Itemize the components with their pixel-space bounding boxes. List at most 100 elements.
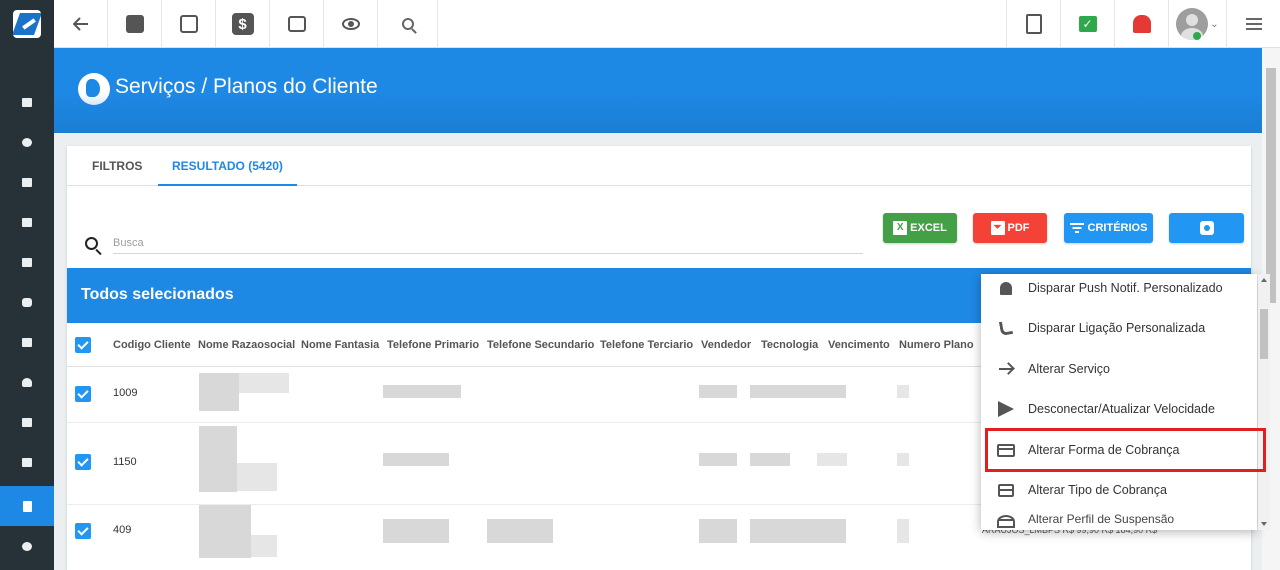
calendar-icon [22, 257, 32, 267]
menu-item-push-notification[interactable]: Disparar Push Notif. Personalizado [981, 274, 1257, 308]
menu-scrollbar[interactable] [1258, 274, 1270, 530]
column-header[interactable]: Telefone Secundario [487, 323, 594, 367]
user-menu-button[interactable]: ⌄ [1168, 0, 1226, 48]
sidebar-item-documents[interactable] [0, 402, 54, 442]
pdf-icon [1025, 14, 1042, 34]
menu-item-label: Alterar Tipo de Cobrança [1028, 483, 1167, 497]
sidebar-item-id[interactable] [0, 322, 54, 362]
phone-icon [997, 319, 1015, 337]
redacted-cell [699, 385, 737, 398]
menu-item-disconnect-speed[interactable]: Desconectar/Atualizar Velocidade [981, 389, 1257, 429]
column-header[interactable]: Telefone Terciario [600, 323, 693, 367]
alarm-button[interactable] [1114, 0, 1168, 48]
redacted-cell [699, 519, 737, 543]
back-arrow-icon [72, 17, 88, 31]
schedule-button[interactable] [162, 0, 216, 48]
sidebar-item-servers[interactable] [0, 442, 54, 482]
menu-item-phone-call[interactable]: Disparar Ligação Personalizada [981, 308, 1257, 348]
document-icon [22, 417, 32, 427]
sidebar-item-calendar[interactable] [0, 242, 54, 282]
row-checkbox[interactable] [75, 523, 91, 539]
redacted-cell [199, 505, 251, 558]
online-status-dot [1193, 32, 1201, 40]
row-checkbox[interactable] [75, 386, 91, 402]
app-logo[interactable] [0, 0, 54, 48]
tab-resultado[interactable]: RESULTADO (5420) [158, 146, 297, 186]
menu-scrollbar-thumb[interactable] [1260, 309, 1268, 359]
arrow-right-icon [997, 360, 1015, 378]
dashboard-icon [22, 97, 32, 107]
location-icon [22, 377, 32, 387]
redacted-cell [750, 519, 846, 543]
column-header[interactable]: Nome Fantasia [301, 323, 379, 367]
cube-icon [22, 297, 32, 307]
redacted-cell [487, 519, 553, 543]
board-icon [22, 217, 32, 227]
id-card-icon [22, 337, 32, 347]
pdf-button[interactable] [1006, 0, 1060, 48]
excel-icon: X [893, 221, 908, 235]
finance-button[interactable]: $ [216, 0, 270, 48]
search-icon [401, 18, 414, 30]
scroll-up-icon[interactable] [1261, 278, 1267, 282]
settings-button[interactable] [1169, 213, 1244, 243]
column-header[interactable]: Codigo Cliente [113, 323, 191, 367]
redacted-cell [897, 519, 909, 543]
sidebar-item-location[interactable] [0, 362, 54, 402]
select-all-checkbox[interactable] [75, 337, 91, 353]
terminal-button[interactable] [270, 0, 324, 48]
contacts-button[interactable] [108, 0, 162, 48]
column-header[interactable]: Vencimento [828, 323, 890, 367]
redacted-cell [383, 385, 461, 398]
criteria-button[interactable]: CRITÉRIOS [1064, 213, 1153, 243]
redacted-cell [251, 535, 277, 557]
speed-icon [997, 512, 1015, 530]
scroll-down-icon[interactable] [1261, 522, 1267, 526]
contact-icon [22, 177, 32, 187]
cell-codigo: 1150 [113, 456, 137, 468]
actions-menu: Disparar Push Notif. Personalizado Dispa… [981, 274, 1257, 530]
redacted-cell [199, 373, 239, 411]
list-icon [1245, 18, 1262, 30]
selection-title: Todos selecionados [81, 286, 234, 303]
column-header[interactable]: Tecnologia [761, 323, 818, 367]
tab-bar: FILTROS RESULTADO (5420) [67, 146, 1251, 186]
column-header[interactable]: Telefone Primario [387, 323, 479, 367]
view-button[interactable] [324, 0, 378, 48]
chevron-down-icon: ⌄ [1210, 18, 1219, 30]
sidebar-item-dashboard[interactable] [0, 82, 54, 122]
page-header: Serviços / Planos do Cliente [54, 48, 1280, 133]
dollar-icon: $ [231, 13, 254, 35]
sidebar-item-contacts[interactable] [0, 162, 54, 202]
calendar-clock-icon [179, 15, 198, 33]
menu-button[interactable] [1226, 0, 1280, 48]
column-header[interactable]: Nome Razaosocial [198, 323, 295, 367]
sidebar-item-products[interactable] [0, 282, 54, 322]
row-checkbox[interactable] [75, 454, 91, 470]
sidebar-item-board[interactable] [0, 202, 54, 242]
highlight-box [985, 428, 1266, 472]
redacted-cell [237, 463, 277, 491]
column-header[interactable]: Numero Plano [899, 323, 974, 367]
redacted-cell [750, 385, 846, 398]
column-header[interactable]: Vendedor [701, 323, 751, 367]
scrollbar-thumb[interactable] [1266, 68, 1276, 303]
sidebar-item-files[interactable] [0, 486, 54, 526]
search-input[interactable] [113, 232, 863, 254]
menu-item-change-service[interactable]: Alterar Serviço [981, 349, 1257, 389]
redacted-cell [897, 385, 909, 398]
gift-card-icon [997, 481, 1015, 499]
alarm-bell-icon [1132, 15, 1151, 33]
sidebar-item-charts[interactable] [0, 122, 54, 162]
menu-item-change-billing-type[interactable]: Alterar Tipo de Cobrança [981, 470, 1257, 510]
export-excel-button[interactable]: X EXCEL [883, 213, 957, 243]
tasks-button[interactable]: ✓ [1060, 0, 1114, 48]
export-pdf-button[interactable]: ⏷ PDF [973, 213, 1047, 243]
tab-filtros[interactable]: FILTROS [92, 146, 142, 186]
sidebar-item-settings[interactable] [0, 526, 54, 566]
redacted-cell [897, 453, 909, 466]
global-search-button[interactable] [378, 0, 438, 48]
back-button[interactable] [54, 0, 108, 48]
redacted-cell [750, 453, 790, 466]
menu-item-suspension-profile[interactable]: Alterar Perfil de Suspensão [981, 510, 1257, 530]
